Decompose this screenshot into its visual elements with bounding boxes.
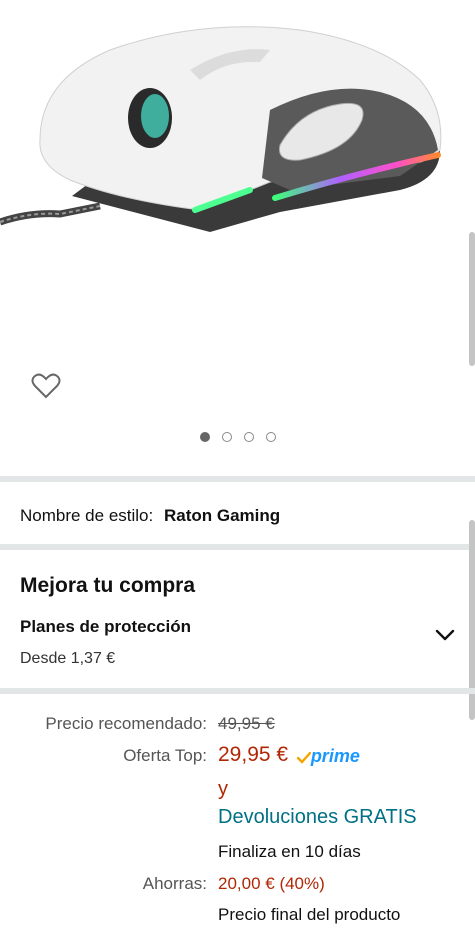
divider xyxy=(0,476,475,482)
carousel-dot[interactable] xyxy=(199,432,210,442)
protection-plans-price: Desde 1,37 € xyxy=(20,650,116,667)
free-returns-link[interactable]: Devoluciones GRATIS xyxy=(218,806,417,829)
chevron-down-icon[interactable] xyxy=(434,627,456,643)
prime-badge[interactable]: prime xyxy=(296,746,360,767)
final-price-text: Precio final del producto xyxy=(218,905,401,924)
carousel-dot[interactable] xyxy=(221,432,232,442)
heart-icon[interactable] xyxy=(31,372,61,400)
prime-check-icon xyxy=(296,751,312,764)
carousel-dot[interactable] xyxy=(265,432,276,442)
upgrade-title: Mejora tu compra xyxy=(20,574,196,597)
style-label: Nombre de estilo: xyxy=(20,506,154,525)
carousel-dot[interactable] xyxy=(243,432,254,442)
protection-plans-title[interactable]: Planes de protección xyxy=(20,617,191,637)
product-image[interactable] xyxy=(0,0,475,340)
offer-price-group: 29,95 € prime xyxy=(218,743,360,767)
recommended-price-value: 49,95 € xyxy=(218,714,275,733)
savings-label: Ahorras: xyxy=(142,874,207,893)
recommended-price-label: Precio recomendado: xyxy=(45,714,207,733)
divider xyxy=(0,544,475,550)
style-value: Raton Gaming xyxy=(163,506,281,525)
divider xyxy=(0,688,475,694)
offer-label: Oferta Top: xyxy=(123,746,207,765)
scrollbar-thumb[interactable] xyxy=(469,232,475,366)
offer-ends-text: Finaliza en 10 días xyxy=(218,842,361,861)
style-name-row[interactable]: Nombre de estilo: Raton Gaming xyxy=(20,506,280,526)
offer-price: 29,95 € xyxy=(218,743,289,766)
prime-label: prime xyxy=(310,746,360,767)
savings-value: 20,00 € (40%) xyxy=(218,874,325,893)
carousel-indicator xyxy=(0,432,475,442)
and-text: y xyxy=(218,778,228,800)
